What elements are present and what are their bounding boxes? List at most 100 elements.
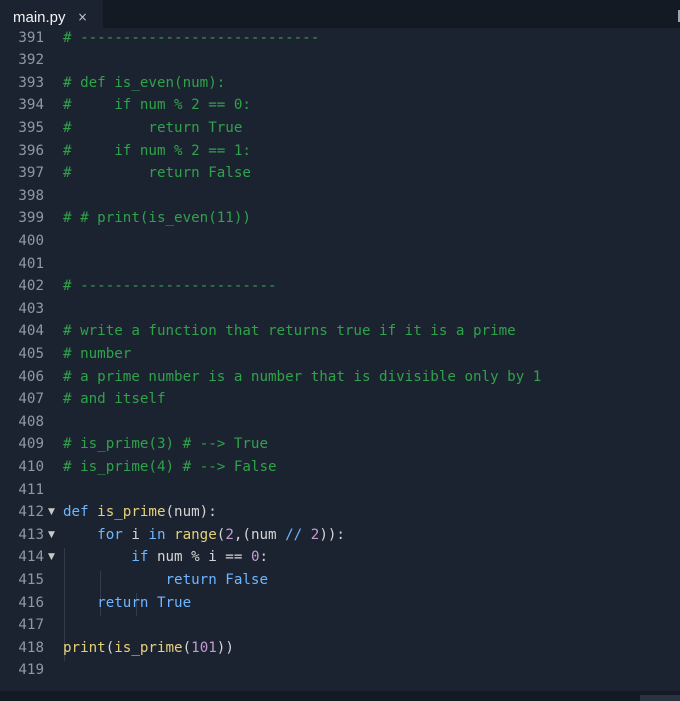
fold-arrow-icon[interactable]: ▼	[48, 546, 55, 569]
code-text: # return True	[63, 117, 242, 140]
code-token: num % i ==	[148, 549, 251, 566]
status-bar-segment	[640, 695, 680, 701]
code-text: def is_prime(num):	[63, 501, 217, 524]
line-number: 401	[18, 255, 44, 272]
code-line[interactable]: 404 # write a function that returns true …	[0, 320, 680, 343]
code-line[interactable]: 414 ▼ if num % i == 0:	[0, 546, 680, 569]
close-icon[interactable]: ×	[78, 10, 88, 24]
code-line[interactable]: 399 # # print(is_even(11))	[0, 207, 680, 230]
code-line[interactable]: 419	[0, 659, 680, 682]
line-number: 419	[18, 662, 44, 679]
code-line[interactable]: 410 # is_prime(4) # --> False	[0, 456, 680, 479]
code-line[interactable]: 403	[0, 298, 680, 321]
code-token: )):	[319, 526, 345, 543]
code-line[interactable]: 400	[0, 230, 680, 253]
code-token: ,(num	[233, 526, 286, 543]
code-line[interactable]: 394 # if num % 2 == 0:	[0, 94, 680, 117]
code-token: # write a function that returns true if …	[63, 323, 516, 340]
code-text: # is_prime(4) # --> False	[63, 456, 277, 479]
code-text: # ----------------------------	[63, 28, 319, 49]
code-text: print(is_prime(101))	[63, 637, 234, 660]
code-token: # return True	[63, 119, 243, 136]
code-token: //	[285, 526, 303, 543]
code-line[interactable]: 407 # and itself	[0, 388, 680, 411]
line-number: 413	[18, 526, 44, 543]
code-text: # return False	[63, 162, 251, 185]
line-number: 399	[18, 210, 44, 227]
code-line[interactable]: 412 ▼ def is_prime(num):	[0, 501, 680, 524]
code-token: # ----------------------------	[63, 29, 320, 46]
fold-arrow-icon[interactable]: ▼	[48, 501, 55, 524]
code-line[interactable]: 391 # ----------------------------	[0, 28, 680, 49]
code-line[interactable]: 401	[0, 253, 680, 276]
code-token: in	[148, 526, 166, 543]
code-editor[interactable]: 391 # ---------------------------- 392 393 #…	[0, 28, 680, 692]
code-line[interactable]: 406 # a prime number is a number that is …	[0, 366, 680, 389]
code-line[interactable]: 397 # return False	[0, 162, 680, 185]
code-token: # return False	[63, 165, 251, 182]
code-line[interactable]: 405 # number	[0, 343, 680, 366]
line-number: 392	[18, 52, 44, 69]
line-number: 414	[18, 549, 44, 566]
line-number: 405	[18, 345, 44, 362]
code-line[interactable]: 393 # def is_even(num):	[0, 72, 680, 95]
code-line[interactable]: 392	[0, 49, 680, 72]
code-text: # # print(is_even(11))	[63, 207, 251, 230]
line-number: 416	[18, 594, 44, 611]
code-line[interactable]: 409 # is_prime(3) # --> True	[0, 433, 680, 456]
code-token: return	[165, 571, 217, 588]
code-text: # -----------------------	[63, 275, 277, 298]
code-token: (num):	[165, 504, 217, 521]
line-number: 391	[18, 29, 44, 46]
code-token: # number	[63, 345, 132, 362]
line-number: 394	[18, 97, 44, 114]
code-token: True	[156, 594, 192, 611]
code-line[interactable]: 415 return False	[0, 569, 680, 592]
code-token: for	[97, 526, 123, 543]
line-number: 396	[18, 142, 44, 159]
code-text: # write a function that returns true if …	[63, 320, 516, 343]
code-token: # and itself	[63, 391, 166, 408]
code-line[interactable]: 417	[0, 614, 680, 637]
code-token: # if num % 2 == 1:	[63, 142, 251, 159]
code-line[interactable]: 396 # if num % 2 == 1:	[0, 140, 680, 163]
tab-filename: main.py	[13, 8, 66, 26]
code-line[interactable]: 413 ▼ for i in range(2,(num // 2)):	[0, 524, 680, 547]
line-number: 411	[18, 481, 44, 498]
line-number: 410	[18, 458, 44, 475]
code-token: is_prime	[114, 639, 183, 656]
code-text: return True	[63, 592, 191, 615]
code-line[interactable]: 418 print(is_prime(101))	[0, 637, 680, 660]
line-number: 406	[18, 368, 44, 385]
code-line[interactable]: 411	[0, 479, 680, 502]
code-token: :	[259, 549, 269, 566]
code-line[interactable]: 398	[0, 185, 680, 208]
line-number: 398	[18, 187, 44, 204]
code-token: if	[131, 549, 149, 566]
code-token: # is_prime(3) # --> True	[63, 436, 268, 453]
code-text: # number	[63, 343, 131, 366]
code-text: # and itself	[63, 388, 166, 411]
line-number: 402	[18, 278, 44, 295]
code-token: print	[63, 639, 106, 656]
code-line[interactable]: 395 # return True	[0, 117, 680, 140]
code-line[interactable]: 402 # -----------------------	[0, 275, 680, 298]
line-number: 409	[18, 436, 44, 453]
code-text: return False	[63, 569, 269, 592]
line-number: 393	[18, 74, 44, 91]
code-token: # is_prime(4) # --> False	[63, 458, 277, 475]
code-line[interactable]: 416 return True	[0, 592, 680, 615]
fold-arrow-icon[interactable]: ▼	[48, 524, 55, 547]
code-line[interactable]: 408	[0, 411, 680, 434]
line-number: 404	[18, 323, 44, 340]
code-text: if num % i == 0:	[63, 546, 268, 569]
code-token: return	[97, 594, 149, 611]
code-token: is_prime	[97, 504, 166, 521]
